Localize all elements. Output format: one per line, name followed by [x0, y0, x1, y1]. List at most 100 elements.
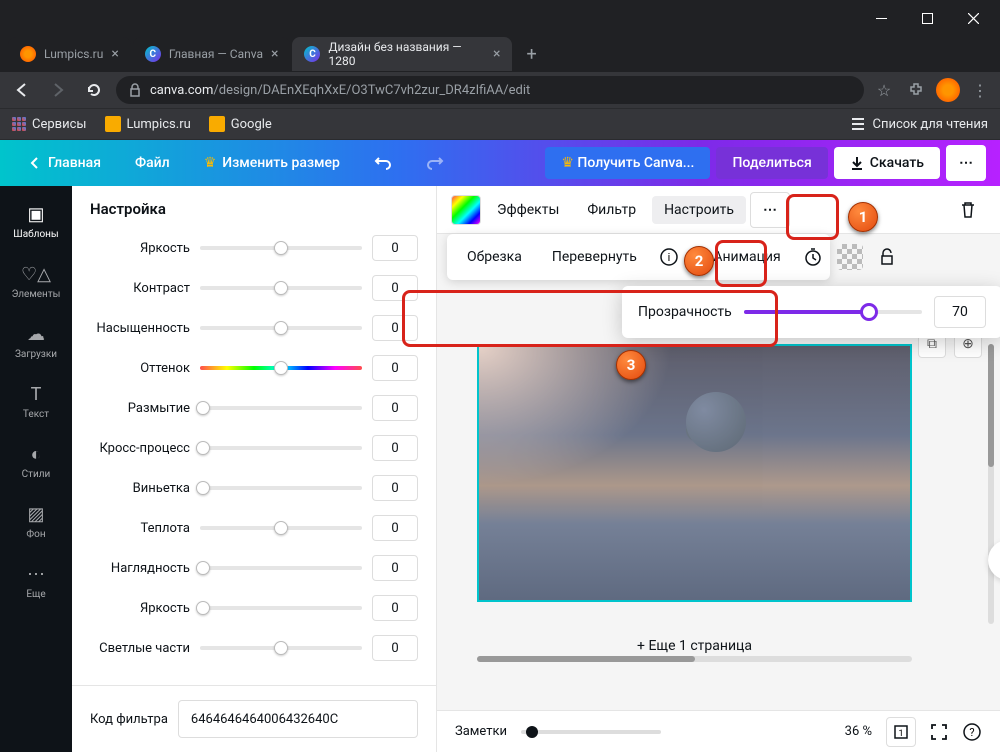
slider-track[interactable] — [200, 366, 362, 370]
slider-track[interactable] — [200, 606, 362, 610]
forward-button[interactable] — [44, 76, 72, 104]
slider-value[interactable]: 0 — [372, 475, 418, 501]
flip-button[interactable]: Перевернуть — [544, 243, 645, 271]
adjust-button[interactable]: Настроить — [652, 196, 746, 224]
share-button[interactable]: Поделиться — [716, 147, 827, 179]
file-menu[interactable]: Файл — [121, 147, 184, 179]
filter-button[interactable]: Фильтр — [575, 196, 648, 224]
slider-track[interactable] — [200, 406, 362, 410]
back-button[interactable] — [8, 76, 36, 104]
context-more-button[interactable]: ⋯ — [750, 192, 790, 228]
slider-thumb[interactable] — [274, 321, 288, 335]
delete-button[interactable] — [950, 192, 986, 228]
star-button[interactable]: ☆ — [872, 78, 896, 102]
grid-view-button[interactable]: 1 — [886, 717, 916, 747]
slider-value[interactable]: 0 — [372, 395, 418, 421]
slider-thumb[interactable] — [196, 441, 210, 455]
tab-close-button[interactable]: × — [493, 46, 500, 62]
sidenav-more[interactable]: ⋯Еще — [0, 552, 72, 612]
get-pro-button[interactable]: ♛ Получить Canva... — [545, 147, 710, 179]
browser-tab[interactable]: C Главная — Canva × — [133, 37, 291, 71]
window-maximize-button[interactable] — [904, 0, 950, 36]
timing-button[interactable] — [803, 244, 823, 270]
slider-track[interactable] — [200, 526, 362, 530]
home-button[interactable]: Главная — [14, 147, 115, 179]
color-picker-button[interactable] — [451, 195, 481, 225]
slider-thumb[interactable] — [196, 561, 210, 575]
slider-value[interactable]: 0 — [372, 555, 418, 581]
crop-button[interactable]: Обрезка — [459, 243, 530, 271]
scrollbar-thumb[interactable] — [988, 344, 994, 467]
slider-value[interactable]: 0 — [372, 235, 418, 261]
bookmark-google[interactable]: Google — [209, 116, 272, 132]
sidenav-styles[interactable]: ◐Стили — [0, 432, 72, 492]
reload-button[interactable] — [80, 76, 108, 104]
lock-button[interactable] — [877, 244, 897, 270]
tab-close-button[interactable]: × — [271, 46, 278, 62]
redo-button[interactable] — [412, 146, 458, 180]
slider-track[interactable] — [200, 246, 362, 250]
window-minimize-button[interactable] — [858, 0, 904, 36]
info-button[interactable]: i — [659, 244, 679, 270]
slider-value[interactable]: 0 — [372, 635, 418, 661]
transparency-button[interactable] — [837, 244, 863, 270]
undo-button[interactable] — [360, 146, 406, 180]
slider-thumb[interactable] — [274, 241, 288, 255]
slider-value[interactable]: 0 — [372, 435, 418, 461]
slider-thumb[interactable] — [196, 601, 210, 615]
transparency-value[interactable]: 70 — [934, 296, 986, 328]
browser-tab-active[interactable]: C Дизайн без названия — 1280 × — [292, 37, 512, 71]
slider-track[interactable] — [200, 326, 362, 330]
slider-track[interactable] — [200, 566, 362, 570]
slider-track[interactable] — [200, 446, 362, 450]
profile-button[interactable] — [936, 78, 960, 102]
slider-thumb[interactable] — [274, 521, 288, 535]
slider-thumb[interactable] — [274, 641, 288, 655]
slider-thumb[interactable] — [526, 726, 538, 738]
slider-value[interactable]: 0 — [372, 515, 418, 541]
slider-thumb[interactable] — [196, 481, 210, 495]
slider-value[interactable]: 0 — [372, 595, 418, 621]
bookmark-lumpics[interactable]: Lumpics.ru — [105, 116, 191, 132]
notes-button[interactable]: Заметки — [455, 724, 507, 739]
slider-track[interactable] — [200, 286, 362, 290]
window-close-button[interactable] — [950, 0, 996, 36]
scrollbar-thumb[interactable] — [477, 656, 695, 662]
horizontal-scrollbar[interactable] — [477, 656, 912, 662]
transparency-slider[interactable] — [744, 310, 922, 314]
browser-tab[interactable]: Lumpics.ru × — [8, 37, 131, 71]
slider-thumb[interactable] — [274, 281, 288, 295]
canvas-page[interactable] — [477, 344, 912, 602]
resize-button[interactable]: ♛Изменить размер — [190, 147, 354, 179]
sidenav-elements[interactable]: ♡△Элементы — [0, 252, 72, 312]
sidenav-text[interactable]: TТекст — [0, 372, 72, 432]
url-input[interactable]: canva.com/design/DAEnXEqhXxE/O3TwC7vh2zu… — [116, 76, 864, 104]
bookmark-services[interactable]: Сервисы — [12, 117, 87, 132]
tab-close-button[interactable]: × — [111, 46, 118, 62]
effects-button[interactable]: Эффекты — [485, 196, 571, 224]
appbar-more-button[interactable]: ⋯ — [946, 145, 986, 181]
zoom-slider[interactable] — [521, 730, 661, 734]
browser-menu-button[interactable]: ⋮ — [968, 78, 992, 102]
fullscreen-button[interactable] — [930, 723, 948, 741]
extensions-button[interactable] — [904, 78, 928, 102]
vertical-scrollbar[interactable] — [988, 344, 994, 624]
help-button[interactable]: ? — [962, 722, 982, 742]
slider-thumb[interactable] — [274, 361, 288, 375]
slider-thumb[interactable] — [196, 401, 210, 415]
filter-code-input[interactable] — [178, 700, 418, 738]
new-tab-button[interactable]: + — [514, 44, 548, 65]
slider-track[interactable] — [200, 646, 362, 650]
download-button[interactable]: Скачать — [834, 147, 940, 179]
fullscreen-icon — [930, 723, 948, 741]
sidenav-uploads[interactable]: ☁Загрузки — [0, 312, 72, 372]
slider-value[interactable]: 0 — [372, 355, 418, 381]
sidenav-templates[interactable]: ▣Шаблоны — [0, 192, 72, 252]
sidenav-background[interactable]: ▨Фон — [0, 492, 72, 552]
slider-value[interactable]: 0 — [372, 275, 418, 301]
slider-value[interactable]: 0 — [372, 315, 418, 341]
slider-thumb[interactable] — [860, 303, 878, 321]
slider-label: Контраст — [90, 281, 190, 296]
reading-list-button[interactable]: Список для чтения — [850, 116, 988, 132]
slider-track[interactable] — [200, 486, 362, 490]
